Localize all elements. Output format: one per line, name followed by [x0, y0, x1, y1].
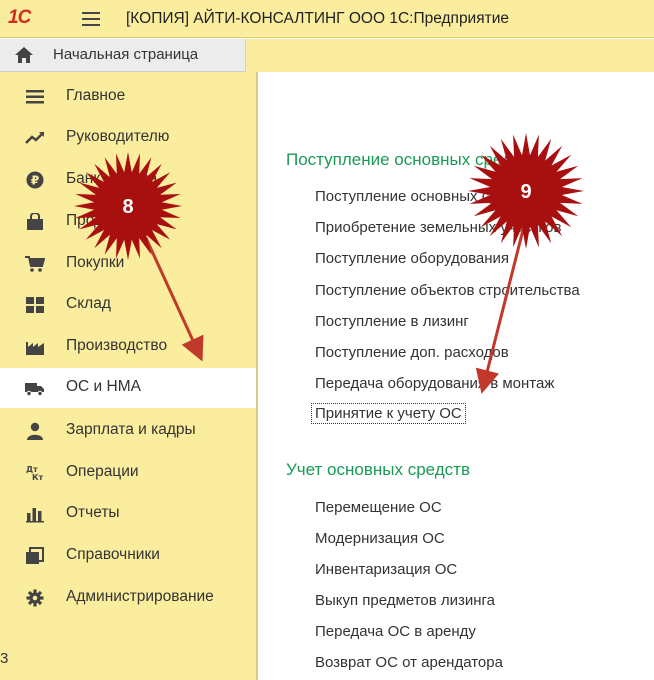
link-leasing-receipt[interactable]: Поступление в лизинг	[315, 313, 469, 330]
link-os-modernization[interactable]: Модернизация ОС	[315, 530, 445, 547]
link-extra-costs[interactable]: Поступление доп. расходов	[315, 344, 509, 361]
tab-bar-area	[246, 39, 654, 72]
link-os-return[interactable]: Возврат ОС от арендатора	[315, 654, 503, 671]
sidebar-item-label: Главное	[66, 87, 126, 104]
link-receipt-os[interactable]: Поступление основных средств	[315, 188, 537, 205]
link-leasing-buyout[interactable]: Выкуп предметов лизинга	[315, 592, 495, 609]
sidebar-item-label: Операции	[66, 463, 139, 480]
warehouse-icon	[26, 297, 44, 313]
section-title-accounting: Учет основных средств	[286, 460, 470, 479]
sidebar-item-label: Справочники	[66, 546, 160, 563]
sidebar-item-label: ОС и НМА	[66, 378, 141, 395]
link-os-acceptance[interactable]: Принятие к учету ОС	[311, 403, 466, 424]
sidebar-item-purchases[interactable]: Покупки	[0, 244, 256, 284]
bag-icon	[27, 213, 43, 230]
truck-icon	[25, 383, 44, 397]
sidebar-item-label: Банк и касса	[66, 170, 158, 187]
factory-icon	[26, 342, 44, 355]
cart-icon	[25, 256, 45, 272]
sidebar-item-operations[interactable]: Дт Кт Операции	[0, 453, 256, 493]
sidebar-item-os-nma[interactable]: ОС и НМА	[0, 368, 256, 408]
sidebar-item-label: Администрирование	[66, 588, 214, 605]
link-equipment-install[interactable]: Передача оборудования в монтаж	[315, 375, 554, 392]
section-title-receipt: Поступление основных средств	[286, 150, 538, 169]
list-icon	[26, 90, 44, 104]
link-land-acquisition[interactable]: Приобретение земельных участков	[315, 219, 561, 236]
title-bar: 1С [КОПИЯ] АЙТИ-КОНСАЛТИНГ ООО 1С:Предпр…	[0, 0, 654, 38]
sidebar-item-label: Склад	[66, 295, 111, 312]
sidebar-item-admin[interactable]: Администрирование	[0, 578, 256, 618]
ruble-icon: ₽	[26, 171, 44, 189]
dt-kt-icon-credit: Кт	[32, 473, 44, 482]
sidebar-item-label: Руководителю	[66, 128, 170, 145]
link-equipment-receipt[interactable]: Поступление оборудования	[315, 250, 509, 267]
person-icon	[27, 422, 43, 440]
svg-text:₽: ₽	[31, 174, 39, 188]
sidebar-item-sales[interactable]: Продажи	[0, 202, 256, 242]
sidebar-item-label: Продажи	[66, 212, 131, 229]
home-tab[interactable]: Начальная страница	[0, 39, 246, 72]
sidebar-item-label: Производство	[66, 337, 168, 354]
sidebar-item-label: Отчеты	[66, 504, 120, 521]
sidebar-item-warehouse[interactable]: Склад	[0, 285, 256, 325]
menu-icon[interactable]	[82, 12, 100, 30]
app-logo[interactable]: 1С	[8, 7, 31, 29]
sidebar-item-main[interactable]: Главное	[0, 77, 256, 117]
sidebar-item-payroll[interactable]: Зарплата и кадры	[0, 411, 256, 451]
link-os-inventory[interactable]: Инвентаризация ОС	[315, 561, 457, 578]
link-os-transfer[interactable]: Перемещение ОС	[315, 499, 442, 516]
sidebar-item-bank[interactable]: ₽ Банк и касса	[0, 160, 256, 200]
sidebar-item-label: Покупки	[66, 254, 125, 271]
trend-icon	[25, 132, 44, 144]
books-icon	[26, 547, 44, 564]
sidebar-item-directories[interactable]: Справочники	[0, 536, 256, 576]
dt-kt-icon: Дт Кт	[26, 465, 44, 482]
home-label: Начальная страница	[53, 46, 199, 63]
link-construction-receipt[interactable]: Поступление объектов строительства	[315, 282, 580, 299]
gear-icon	[26, 589, 44, 607]
sidebar: Главное Руководителю ₽ Банк и касса Прод…	[0, 72, 257, 680]
sidebar-item-reports[interactable]: Отчеты	[0, 494, 256, 534]
window-title: [КОПИЯ] АЙТИ-КОНСАЛТИНГ ООО 1С:Предприят…	[126, 10, 509, 27]
link-os-rent-out[interactable]: Передача ОС в аренду	[315, 623, 476, 640]
sidebar-item-label: Зарплата и кадры	[66, 421, 196, 438]
stray-text: 3	[0, 650, 9, 667]
home-icon	[15, 47, 33, 63]
bar-chart-icon	[26, 508, 44, 523]
sidebar-item-production[interactable]: Производство	[0, 327, 256, 367]
sidebar-item-manager[interactable]: Руководителю	[0, 118, 256, 158]
